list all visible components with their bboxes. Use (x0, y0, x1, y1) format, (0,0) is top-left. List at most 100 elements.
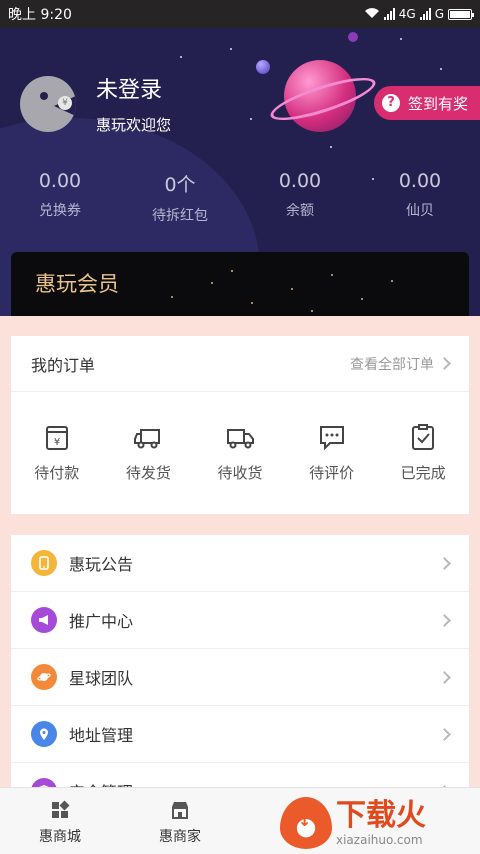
orders-header[interactable]: 我的订单 查看全部订单 (11, 336, 469, 392)
vip-title: 惠玩会员 (35, 272, 119, 296)
order-pending-receipt[interactable]: 待收货 (194, 422, 286, 483)
order-status-label: 待付款 (34, 464, 80, 482)
stat-xianbei[interactable]: 0.00 仙贝 (360, 170, 480, 225)
wifi-icon (364, 7, 380, 22)
comment-icon (319, 426, 344, 451)
dust (251, 302, 253, 304)
view-all-orders-link[interactable]: 查看全部订单 (350, 354, 451, 374)
wallet-yen-icon: ¥ (45, 426, 68, 450)
battery-icon (448, 8, 474, 20)
watermark-text: 下载火 xiazaihuo.com (336, 798, 426, 848)
signal-icon (383, 8, 395, 20)
tab-label: 惠商城 (39, 829, 81, 845)
signal-icon-2 (419, 8, 431, 20)
order-status-label: 待评价 (309, 464, 355, 482)
network-type-2: G (434, 7, 444, 21)
announcement-icon (31, 550, 57, 576)
menu-item-promotion-center[interactable]: 推广中心 (11, 592, 469, 649)
vip-banner[interactable]: 惠玩会员 (11, 252, 469, 316)
dust (331, 274, 333, 276)
view-all-label: 查看全部订单 (350, 356, 434, 373)
network-type: 4G (398, 7, 416, 21)
checkin-reward-button[interactable]: ? 签到有奖 (373, 86, 480, 120)
stat-label: 待拆红包 (152, 208, 208, 224)
stats-row: 0.00 兑换券 0个 待拆红包 0.00 余额 0.00 仙贝 (0, 170, 480, 225)
clipboard-check-icon (412, 424, 435, 450)
dust (391, 280, 393, 282)
order-pending-review[interactable]: 待评价 (286, 422, 378, 483)
stat-value: 0.00 (278, 170, 322, 192)
dust (231, 270, 233, 272)
chevron-right-icon (438, 357, 451, 370)
store-icon (172, 802, 188, 819)
small-planet-icon (256, 60, 270, 74)
flame-logo-icon (280, 797, 332, 849)
stat-value: 0个 (164, 174, 196, 196)
chevron-right-icon (438, 613, 451, 627)
dust (361, 298, 363, 300)
star (440, 68, 442, 70)
stat-balance[interactable]: 0.00 余额 (240, 170, 360, 225)
status-time: 晚上 9:20 (8, 7, 72, 23)
profile-header: ¥ 未登录 惠玩欢迎您 ? 签到有奖 0.00 兑换券 0个 待拆红包 0.00… (0, 28, 480, 316)
chevron-right-icon (438, 670, 451, 684)
star (330, 146, 332, 148)
planet-dot-icon (348, 32, 358, 42)
welcome-text: 惠玩欢迎您 (96, 116, 172, 134)
star (180, 56, 182, 58)
location-icon (31, 721, 57, 747)
megaphone-icon (31, 607, 57, 633)
dust (311, 310, 313, 312)
chevron-right-icon (438, 727, 451, 741)
grid-icon (52, 800, 70, 818)
order-status-label: 已完成 (400, 464, 446, 482)
watermark-url: xiazaihuo.com (336, 833, 423, 847)
order-status-row: ¥ 待付款 待发货 待收货 待评价 已完成 (11, 392, 469, 483)
menu-item-label: 星球团队 (69, 669, 134, 688)
stat-red-packets[interactable]: 0个 待拆红包 (120, 170, 240, 225)
tab-merchants[interactable]: 惠商家 (120, 788, 240, 854)
avatar-eye (40, 92, 48, 100)
stat-label: 余额 (286, 203, 314, 219)
dust (171, 296, 173, 298)
yen-coin-icon: ¥ (58, 96, 72, 110)
star (400, 38, 402, 40)
svg-text:¥: ¥ (54, 437, 60, 448)
planet-icon (31, 664, 57, 690)
menu-item-address[interactable]: 地址管理 (11, 706, 469, 763)
stat-label: 兑换券 (39, 203, 81, 219)
tab-label: 惠商家 (159, 829, 201, 845)
status-bar: 晚上 9:20 4G G (0, 0, 480, 28)
stat-label: 仙贝 (406, 203, 434, 219)
order-pending-payment[interactable]: ¥ 待付款 (11, 422, 103, 483)
truck-icon (134, 429, 161, 449)
menu-card: 惠玩公告 推广中心 星球团队 地址管理 安全管理 (11, 535, 469, 795)
menu-item-planet-team[interactable]: 星球团队 (11, 649, 469, 706)
orders-title: 我的订单 (31, 355, 96, 375)
orders-card: 我的订单 查看全部订单 ¥ 待付款 待发货 待收货 待评价 已完成 (11, 336, 469, 514)
dust (291, 288, 293, 290)
star (230, 48, 232, 50)
question-icon: ? (381, 94, 400, 112)
chevron-right-icon (438, 556, 451, 570)
status-icons: 4G G (364, 7, 474, 22)
watermark: 下载火 xiazaihuo.com (280, 792, 480, 854)
menu-item-label: 推广中心 (69, 612, 134, 631)
stat-coupons[interactable]: 0.00 兑换券 (0, 170, 120, 225)
menu-item-announcements[interactable]: 惠玩公告 (11, 535, 469, 592)
watermark-title: 下载火 (336, 798, 426, 833)
star (250, 118, 252, 120)
stat-value: 0.00 (38, 170, 82, 192)
order-completed[interactable]: 已完成 (377, 422, 469, 483)
order-status-label: 待收货 (217, 464, 263, 482)
tab-mall[interactable]: 惠商城 (0, 788, 120, 854)
order-pending-shipment[interactable]: 待发货 (103, 422, 195, 483)
username[interactable]: 未登录 (96, 72, 162, 104)
dust (211, 282, 213, 284)
menu-item-label: 惠玩公告 (69, 555, 134, 574)
checkin-label: 签到有奖 (407, 94, 468, 113)
menu-item-label: 地址管理 (69, 726, 134, 745)
avatar[interactable]: ¥ (20, 76, 76, 132)
order-status-label: 待发货 (125, 464, 171, 482)
stat-value: 0.00 (398, 170, 442, 192)
